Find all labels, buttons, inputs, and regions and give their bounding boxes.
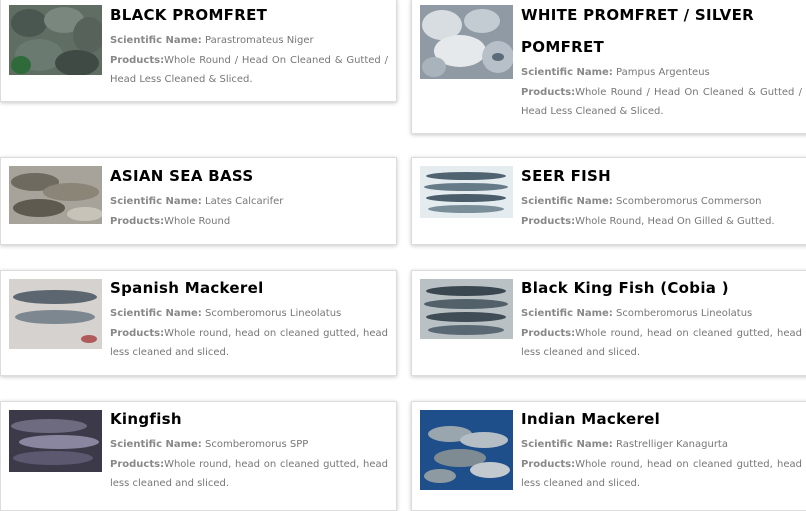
scientific-name: Scientific Name: Scomberomorus Lineolatu… — [110, 308, 342, 319]
black-pomfret-photo[interactable] — [9, 5, 102, 75]
kingfish-photo[interactable] — [9, 410, 102, 472]
products-text: Products:Whole Round / Head On Cleaned &… — [521, 86, 802, 118]
indian-mackerel-photo[interactable] — [420, 410, 513, 490]
products-text: Products:Whole round, head on cleaned gu… — [110, 327, 388, 359]
product-card-spanish-mackerel[interactable]: Spanish Mackerel Scientific Name: Scombe… — [0, 270, 397, 376]
scientific-name: Scientific Name: Scomberomorus Commerson — [521, 196, 762, 207]
scientific-name: Scientific Name: Lates Calcarifer — [110, 196, 284, 207]
product-title[interactable]: SEER FISH — [521, 160, 802, 192]
product-title[interactable]: ASIAN SEA BASS — [110, 160, 388, 192]
sea-bass-photo[interactable] — [9, 166, 102, 224]
products-text: Products:Whole Round, Head On Gilled & G… — [521, 215, 775, 227]
scientific-name: Scientific Name: Scomberomorus Lineolatu… — [521, 308, 753, 319]
products-text: Products:Whole round, head on cleaned gu… — [521, 327, 802, 359]
cobia-photo[interactable] — [420, 279, 513, 339]
scientific-name: Scientific Name: Scomberomorus SPP — [110, 439, 309, 450]
scientific-name: Scientific Name: Parastromateus Niger — [110, 35, 314, 46]
white-pomfret-photo[interactable] — [420, 5, 513, 79]
product-card-white-pomfret[interactable]: WHITE PROMFRET / SILVER POMFRET Scientif… — [411, 0, 806, 134]
product-card-seer-fish[interactable]: SEER FISH Scientific Name: Scomberomorus… — [411, 157, 806, 245]
product-title[interactable]: Indian Mackerel — [521, 403, 802, 435]
product-card-kingfish[interactable]: Kingfish Scientific Name: Scomberomorus … — [0, 401, 397, 511]
product-title[interactable]: Kingfish — [110, 403, 388, 435]
product-title[interactable]: BLACK PROMFRET — [110, 0, 388, 31]
products-text: Products:Whole Round — [110, 215, 231, 227]
products-text: Products:Whole round, head on cleaned gu… — [110, 458, 388, 490]
scientific-name: Scientific Name: Rastrelliger Kanagurta — [521, 439, 728, 450]
product-card-asian-sea-bass[interactable]: ASIAN SEA BASS Scientific Name: Lates Ca… — [0, 157, 397, 245]
product-title[interactable]: Black King Fish (Cobia ) — [521, 272, 802, 304]
spanish-mackerel-photo[interactable] — [9, 279, 102, 349]
products-text: Products:Whole round, head on cleaned gu… — [521, 458, 802, 490]
seer-fish-photo[interactable] — [420, 166, 513, 218]
product-title[interactable]: Spanish Mackerel — [110, 272, 388, 304]
product-card-cobia[interactable]: Black King Fish (Cobia ) Scientific Name… — [411, 270, 806, 376]
product-title[interactable]: WHITE PROMFRET / SILVER POMFRET — [521, 0, 802, 63]
product-card-black-pomfret[interactable]: BLACK PROMFRET Scientific Name: Parastro… — [0, 0, 397, 102]
products-text: Products:Whole Round / Head On Cleaned &… — [110, 54, 388, 86]
product-card-indian-mackerel[interactable]: Indian Mackerel Scientific Name: Rastrel… — [411, 401, 806, 511]
scientific-name: Scientific Name: Pampus Argenteus — [521, 67, 710, 78]
